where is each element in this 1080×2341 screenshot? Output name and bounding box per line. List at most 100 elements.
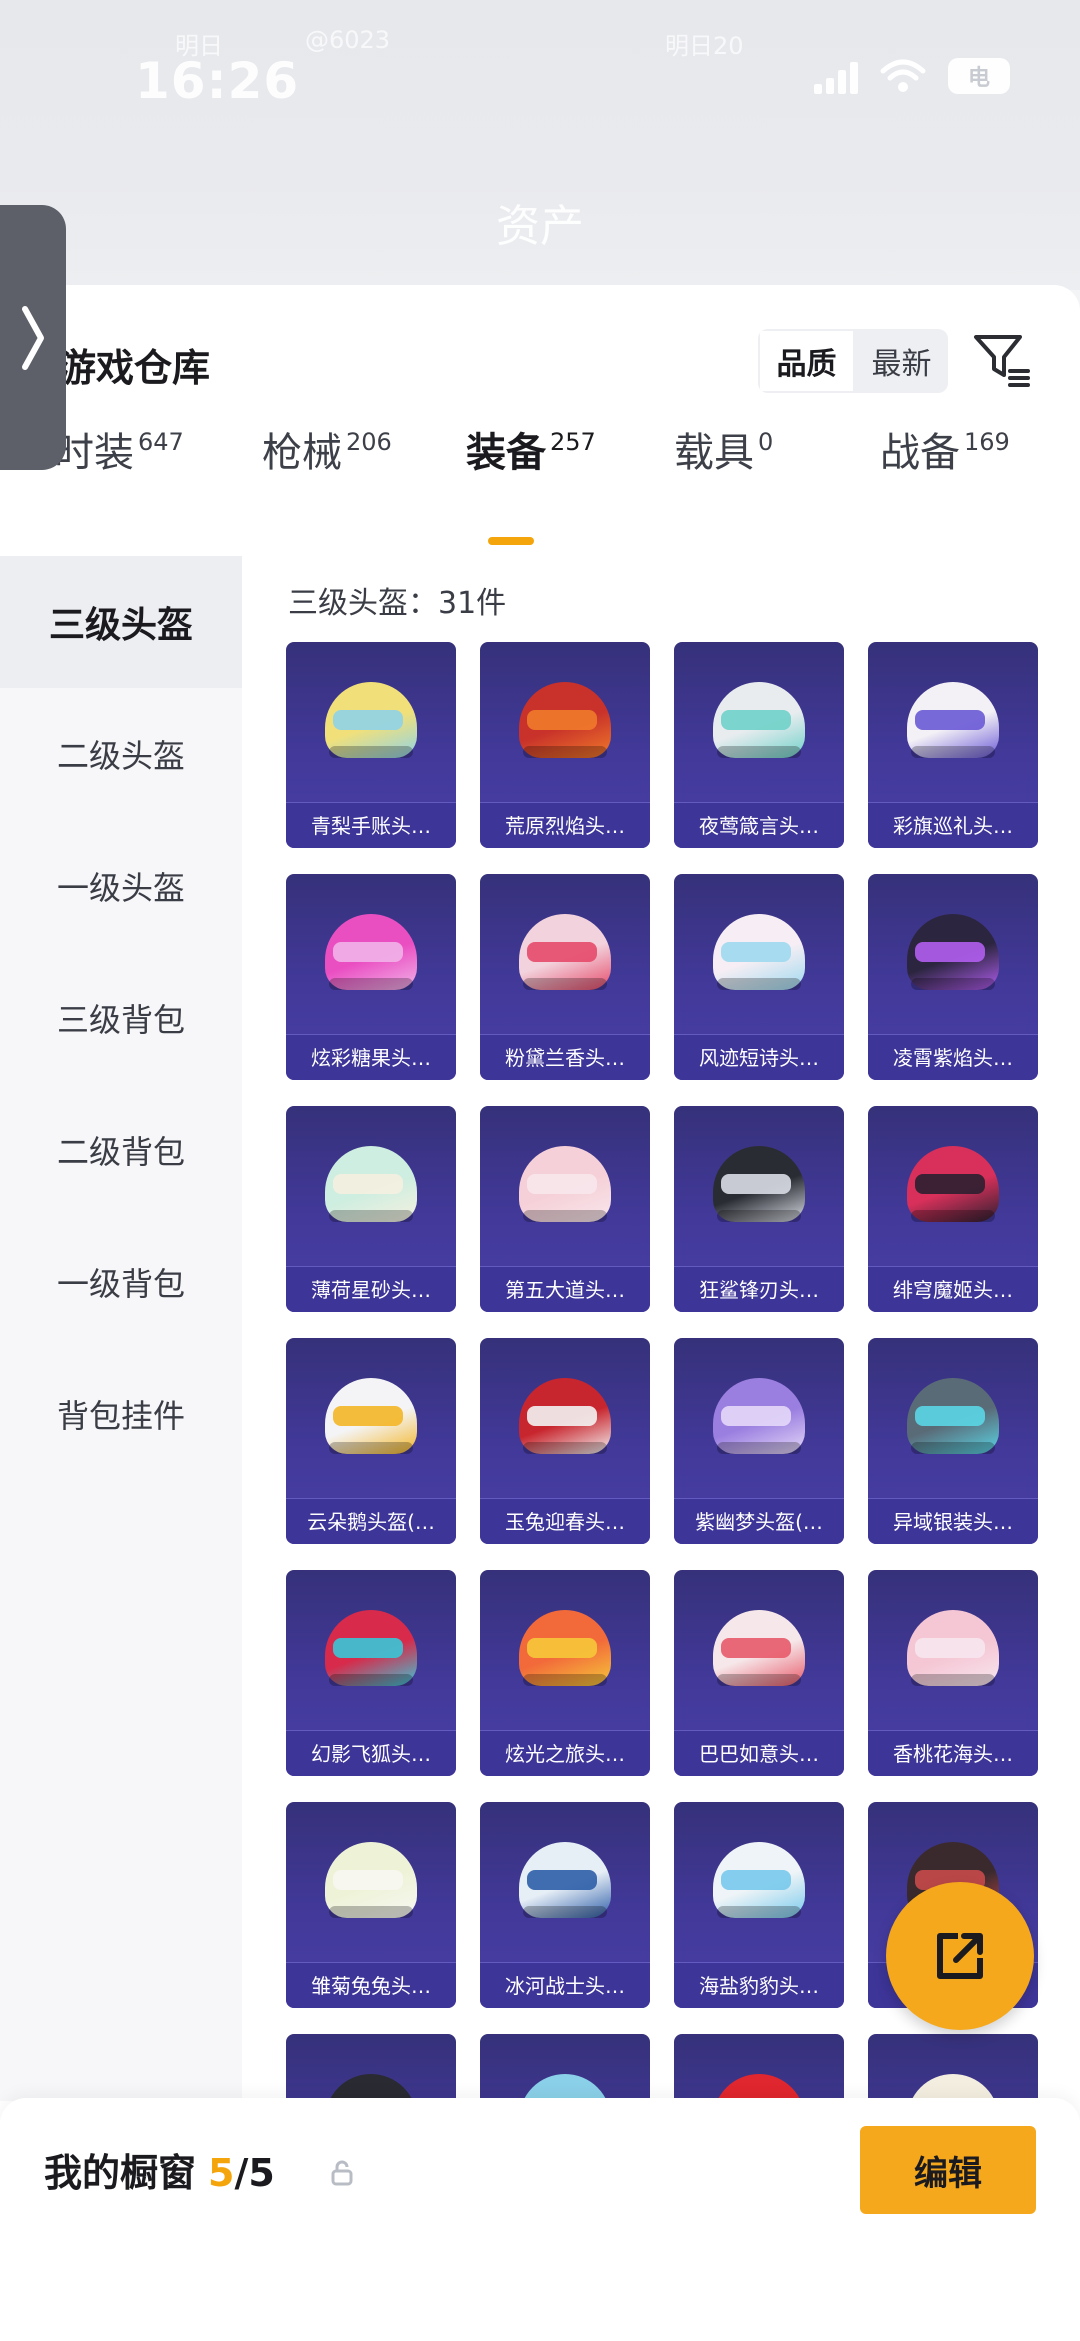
tab-label: 载具: [674, 430, 754, 476]
tab-firearms[interactable]: 枪械 206: [262, 425, 392, 515]
item-card[interactable]: 雏菊兔兔头…: [286, 1802, 456, 2008]
sidebar-item-level2-backpack[interactable]: 二级背包: [0, 1084, 242, 1216]
item-card[interactable]: 凌霄紫焰头…: [868, 874, 1038, 1080]
item-name: 雏菊兔兔头…: [286, 1962, 456, 2008]
item-name: 香桃花海头…: [868, 1730, 1038, 1776]
helmet-image: [286, 1570, 456, 1730]
warehouse-title: 游戏仓库: [58, 346, 211, 390]
helmet-image: [868, 2034, 1038, 2102]
item-card[interactable]: [480, 2034, 650, 2102]
item-card[interactable]: 夜莺箴言头…: [674, 642, 844, 848]
sidebar-item-backpack-pendant[interactable]: 背包挂件: [0, 1348, 242, 1480]
ghost-text-mid: @6023: [305, 26, 391, 54]
helmet-image: [674, 1570, 844, 1730]
sidebar-item-level3-backpack[interactable]: 三级背包: [0, 952, 242, 1084]
helmet-image: [674, 1802, 844, 1962]
item-card[interactable]: 彩旗巡礼头…: [868, 642, 1038, 848]
item-card[interactable]: [674, 2034, 844, 2102]
helmet-icon: [513, 1140, 617, 1232]
showcase-current-count: 5: [208, 2151, 235, 2195]
helmet-icon: [707, 1604, 811, 1696]
helmet-icon: [513, 1604, 617, 1696]
sort-toggle: 品质 最新: [758, 329, 948, 393]
helmet-icon: [319, 2068, 423, 2102]
showcase-total-count: /5: [234, 2151, 275, 2195]
item-name: 绯穹魔姬头…: [868, 1266, 1038, 1312]
item-card[interactable]: 冰河战士头…: [480, 1802, 650, 2008]
helmet-image: [868, 1106, 1038, 1266]
category-tabs: 时装 647 枪械 206 装备 257 载具 0 战备 169: [0, 425, 1080, 515]
showcase-label-group: 我的橱窗 5 /5: [44, 2142, 275, 2197]
item-card[interactable]: 薄荷星砂头…: [286, 1106, 456, 1312]
item-name: 第五大道头…: [480, 1266, 650, 1312]
tab-label: 时装: [54, 430, 134, 476]
item-card[interactable]: 幻影飞狐头…: [286, 1570, 456, 1776]
item-card[interactable]: 炫彩糖果头…: [286, 874, 456, 1080]
helmet-image: [286, 1338, 456, 1498]
showcase-bar: 我的橱窗 5 /5 编辑: [0, 2098, 1080, 2341]
helmet-icon: [707, 908, 811, 1000]
tab-count: 206: [346, 428, 392, 456]
item-name: 海盐豹豹头…: [674, 1962, 844, 2008]
item-card[interactable]: 云朵鹅头盔(…: [286, 1338, 456, 1544]
helmet-icon: [901, 908, 1005, 1000]
helmet-image: [674, 1338, 844, 1498]
wifi-icon: [880, 59, 926, 92]
item-name: 薄荷星砂头…: [286, 1266, 456, 1312]
tab-count: 169: [964, 428, 1010, 456]
sidebar-item-level1-backpack[interactable]: 一级背包: [0, 1216, 242, 1348]
sidebar-item-level2-helmet[interactable]: 二级头盔: [0, 688, 242, 820]
helmet-icon: [513, 676, 617, 768]
sidebar-item-level1-helmet[interactable]: 一级头盔: [0, 820, 242, 952]
item-name: 凌霄紫焰头…: [868, 1034, 1038, 1080]
item-card[interactable]: 荒原烈焰头…: [480, 642, 650, 848]
helmet-icon: [707, 1140, 811, 1232]
signal-icon: [814, 58, 858, 94]
edit-button[interactable]: 编辑: [860, 2126, 1036, 2214]
helmet-icon: [319, 1604, 423, 1696]
ghost-text-right: 明日20: [665, 32, 744, 60]
item-card[interactable]: 青梨手账头…: [286, 642, 456, 848]
tab-fashion[interactable]: 时装 647: [54, 425, 184, 515]
item-card[interactable]: 玉兔迎春头…: [480, 1338, 650, 1544]
page-title: 资产: [496, 201, 584, 252]
status-bar: 16:26 明日 @6023 明日20 电: [0, 26, 1080, 120]
item-card[interactable]: 海盐豹豹头…: [674, 1802, 844, 2008]
tab-vehicles[interactable]: 载具 0: [674, 425, 773, 515]
showcase-label: 我的橱窗: [44, 2151, 197, 2195]
item-card[interactable]: 香桃花海头…: [868, 1570, 1038, 1776]
lock-icon: [331, 2160, 353, 2186]
item-card[interactable]: 风迹短诗头…: [674, 874, 844, 1080]
filter-icon[interactable]: [970, 327, 1034, 391]
subcategory-sidebar: 三级头盔 二级头盔 一级头盔 三级背包 二级背包 一级背包 背包挂件: [0, 556, 242, 2101]
helmet-image: [674, 642, 844, 802]
side-expand-tab[interactable]: [0, 205, 66, 470]
item-card[interactable]: [868, 2034, 1038, 2102]
helmet-image: [480, 642, 650, 802]
item-card[interactable]: 狂鲨锋刃头…: [674, 1106, 844, 1312]
helmet-image: [286, 1802, 456, 1962]
item-card[interactable]: 异域银装头…: [868, 1338, 1038, 1544]
item-card[interactable]: 绯穹魔姬头…: [868, 1106, 1038, 1312]
item-card[interactable]: [286, 2034, 456, 2102]
helmet-icon: [901, 1140, 1005, 1232]
item-name: 彩旗巡礼头…: [868, 802, 1038, 848]
tab-equipment[interactable]: 装备 257: [466, 425, 596, 515]
sort-option-quality[interactable]: 品质: [758, 329, 855, 393]
item-name: 夜莺箴言头…: [674, 802, 844, 848]
item-card[interactable]: 粉黛兰香头…: [480, 874, 650, 1080]
item-name: 粉黛兰香头…: [480, 1034, 650, 1080]
item-card[interactable]: 巴巴如意头…: [674, 1570, 844, 1776]
item-card[interactable]: 第五大道头…: [480, 1106, 650, 1312]
share-button[interactable]: [886, 1882, 1034, 2030]
item-card[interactable]: 紫幽梦头盔(…: [674, 1338, 844, 1544]
item-card[interactable]: 炫光之旅头…: [480, 1570, 650, 1776]
helmet-icon: [319, 676, 423, 768]
tab-label: 枪械: [262, 430, 342, 476]
sort-option-newest[interactable]: 最新: [855, 329, 948, 393]
tab-supplies[interactable]: 战备 169: [880, 425, 1010, 515]
item-count-label: 三级头盔：31件: [288, 586, 507, 621]
helmet-image: [674, 2034, 844, 2102]
item-name: 云朵鹅头盔(…: [286, 1498, 456, 1544]
sidebar-item-level3-helmet[interactable]: 三级头盔: [0, 556, 242, 688]
